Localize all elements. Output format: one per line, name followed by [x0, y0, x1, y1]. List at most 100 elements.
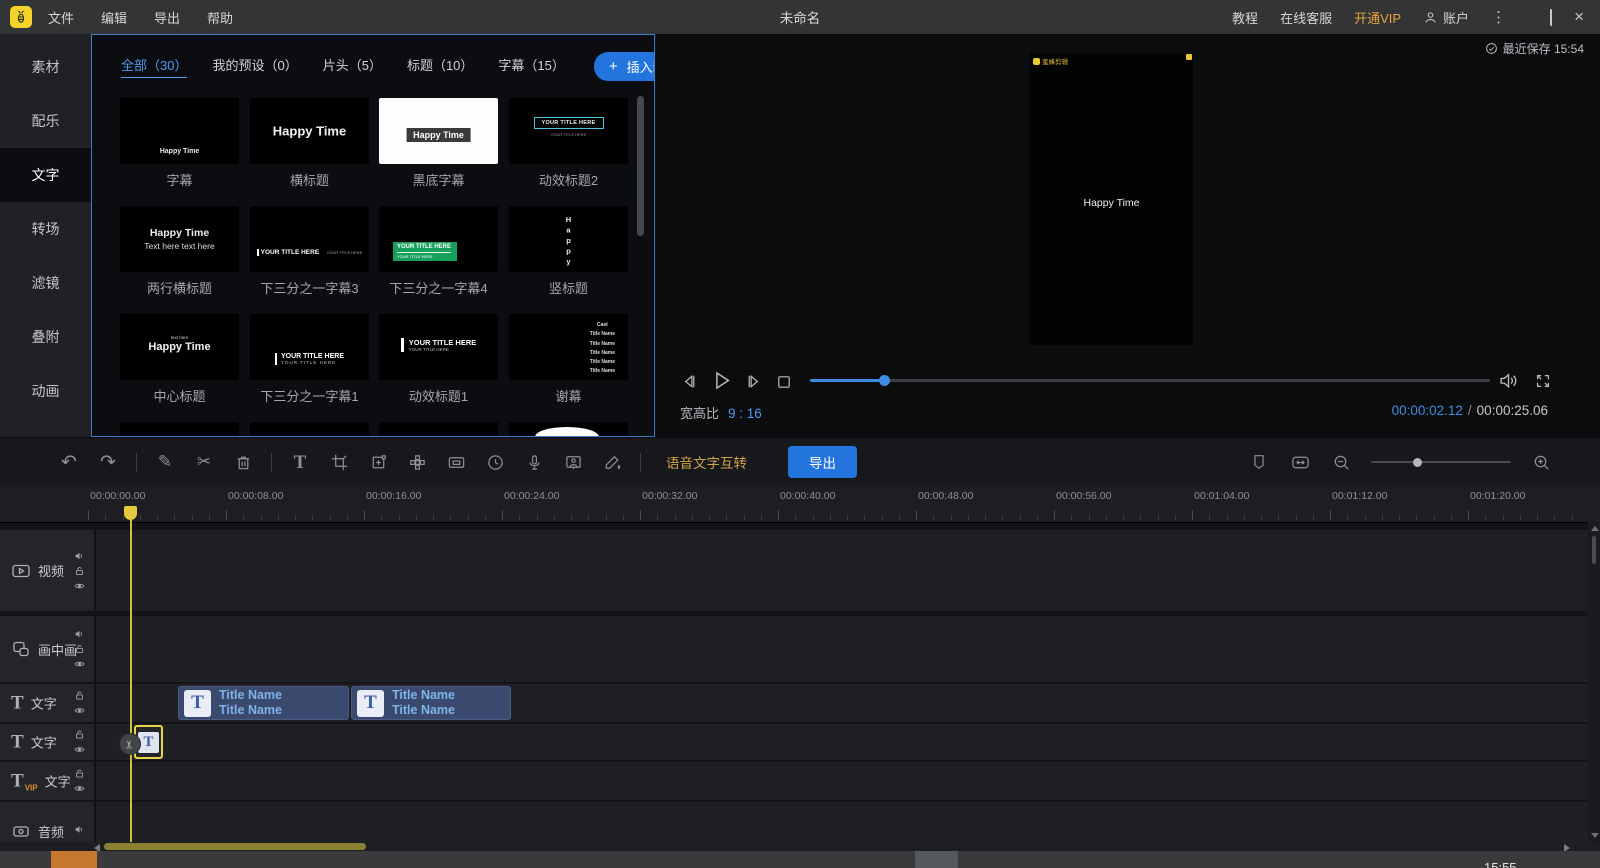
track-lane-text-1[interactable]: T Title Name Title Name T Title Name Tit…: [96, 684, 1588, 722]
selection-handle[interactable]: [1186, 54, 1192, 60]
next-frame-button[interactable]: [744, 372, 763, 391]
track-lock-icon[interactable]: [74, 565, 85, 576]
marker-button[interactable]: [1248, 447, 1270, 477]
scroll-down-arrow-icon[interactable]: [1591, 833, 1599, 838]
split-at-playhead-button[interactable]: ✂: [119, 733, 141, 755]
sidebar-item-overlay[interactable]: 叠附: [0, 310, 91, 364]
track-lock-icon[interactable]: [74, 768, 85, 779]
track-visibility-icon[interactable]: [74, 659, 85, 670]
text-clip[interactable]: T Title Name Title Name: [351, 686, 511, 720]
redo-button[interactable]: ↷: [97, 447, 119, 477]
scroll-up-arrow-icon[interactable]: [1591, 526, 1599, 531]
export-button[interactable]: 导出: [788, 446, 857, 478]
taskbar-app[interactable]: [915, 851, 958, 868]
freeze-frame-button[interactable]: [562, 447, 584, 477]
tab-subtitle[interactable]: 字幕（15）: [498, 55, 564, 78]
track-mute-icon[interactable]: [74, 824, 85, 835]
video-preview-frame[interactable]: 蜜蜂剪辑 Happy Time: [1030, 53, 1193, 345]
sidebar-item-transition[interactable]: 转场: [0, 202, 91, 256]
seek-handle[interactable]: [879, 375, 890, 386]
template-item-credits[interactable]: Cast Title Name Title Name Title Name Ti…: [509, 314, 628, 405]
track-lock-icon[interactable]: [74, 690, 85, 701]
record-voice-button[interactable]: [523, 447, 545, 477]
template-item-partial[interactable]: [250, 422, 369, 437]
track-lock-icon[interactable]: [74, 729, 85, 740]
mosaic-button[interactable]: [406, 447, 428, 477]
close-button[interactable]: ×: [1574, 12, 1584, 22]
template-item-caption[interactable]: Happy Time 字幕: [120, 98, 239, 189]
track-mute-icon[interactable]: [74, 629, 85, 640]
split-button[interactable]: ✂: [193, 447, 215, 477]
template-item-fx-title-2[interactable]: YOUR TITLE HERE YOUR TITLE HERE 动效标题2: [509, 98, 628, 189]
add-text-button[interactable]: T: [289, 447, 311, 477]
menu-file[interactable]: 文件: [48, 8, 74, 27]
zoom-out-button[interactable]: [1330, 447, 1352, 477]
insert-new-subtitle-button[interactable]: + 插入新字幕: [594, 52, 655, 81]
track-lane-pip[interactable]: [96, 616, 1588, 682]
track-mute-icon[interactable]: [74, 550, 85, 561]
track-lane-audio[interactable]: [96, 802, 1588, 843]
track-header-pip[interactable]: 画中画: [0, 616, 95, 682]
account-button[interactable]: 账户: [1423, 8, 1469, 27]
zoom-in-button[interactable]: [1530, 447, 1552, 477]
track-lane-text-2[interactable]: T: [96, 724, 1588, 760]
playhead-line[interactable]: [130, 506, 132, 842]
more-menu-icon[interactable]: ⋮: [1491, 8, 1506, 26]
template-item-partial[interactable]: [379, 422, 498, 437]
menu-edit[interactable]: 编辑: [101, 8, 127, 27]
template-item-lower-third-4[interactable]: YOUR TITLE HERE YOUR TITLE HERE 下三分之一字幕4: [379, 206, 498, 297]
open-vip-link[interactable]: 开通VIP: [1354, 8, 1401, 27]
taskbar-app-active[interactable]: [51, 851, 97, 868]
track-lane-text-3[interactable]: [96, 762, 1588, 800]
track-lock-icon[interactable]: [74, 644, 85, 655]
track-header-video[interactable]: 视频: [0, 530, 95, 611]
edit-button[interactable]: ✎: [154, 447, 176, 477]
template-item-horizontal-title[interactable]: Happy Time 横标题: [250, 98, 369, 189]
template-item-fx-title-1[interactable]: YOUR TITLE HERE YOUR TITLE HERE 动效标题1: [379, 314, 498, 405]
tutorial-link[interactable]: 教程: [1232, 8, 1258, 27]
menu-help[interactable]: 帮助: [207, 8, 233, 27]
timeline-horizontal-scrollbar[interactable]: [0, 842, 1588, 851]
template-item-black-caption[interactable]: Happy Time 黑底字幕: [379, 98, 498, 189]
previous-frame-button[interactable]: [680, 372, 699, 391]
sidebar-item-music[interactable]: 配乐: [0, 94, 91, 148]
template-item-center-title[interactable]: text here Happy Time 中心标题: [120, 314, 239, 405]
menu-export[interactable]: 导出: [154, 8, 180, 27]
fullscreen-button[interactable]: [1534, 372, 1552, 390]
template-item-partial[interactable]: [120, 422, 239, 437]
app-logo-bee-icon[interactable]: [10, 6, 32, 28]
template-item-vertical-title[interactable]: Happy 竖标题: [509, 206, 628, 297]
tab-intro[interactable]: 片头（5）: [323, 55, 382, 78]
maximize-button[interactable]: [1550, 10, 1552, 25]
duration-button[interactable]: [484, 447, 506, 477]
tab-all[interactable]: 全部（30）: [121, 55, 187, 78]
stop-button[interactable]: [776, 374, 792, 390]
track-header-text-2[interactable]: T 文字: [0, 724, 95, 760]
template-panel-scrollbar[interactable]: [637, 96, 644, 436]
aspect-ratio[interactable]: 宽高比9 : 16: [680, 403, 762, 422]
track-header-text-1[interactable]: T 文字: [0, 684, 95, 722]
time-ruler[interactable]: 00:00:00.00 00:00:08.00 00:00:16.00 00:0…: [0, 485, 1588, 522]
playhead-handle[interactable]: [124, 506, 137, 520]
sidebar-item-text[interactable]: 文字: [0, 148, 91, 202]
undo-button[interactable]: ↶: [58, 447, 80, 477]
tab-my-presets[interactable]: 我的预设（0）: [212, 55, 297, 78]
template-item-lower-third-3[interactable]: YOUR TITLE HERE YOUR TITLE HERE 下三分之一字幕3: [250, 206, 369, 297]
customer-service-link[interactable]: 在线客服: [1280, 8, 1332, 27]
horizontal-scrollbar-thumb[interactable]: [104, 843, 366, 850]
sidebar-item-media[interactable]: 素材: [0, 40, 91, 94]
timeline-zoom-slider[interactable]: [1371, 461, 1511, 463]
track-visibility-icon[interactable]: [74, 705, 85, 716]
template-item-two-row-title[interactable]: Happy Time Text here text here 两行横标题: [120, 206, 239, 297]
sidebar-item-animation[interactable]: 动画: [0, 364, 91, 418]
timeline-vertical-scrollbar[interactable]: [1588, 522, 1600, 842]
volume-button[interactable]: [1498, 370, 1519, 391]
track-lane-video[interactable]: [96, 530, 1588, 611]
track-header-audio[interactable]: 音频: [0, 802, 95, 843]
play-button[interactable]: [710, 369, 733, 392]
track-visibility-icon[interactable]: [74, 744, 85, 755]
tab-title[interactable]: 标题（10）: [407, 55, 473, 78]
template-item-partial[interactable]: [509, 422, 628, 437]
chroma-key-button[interactable]: [601, 447, 623, 477]
preview-text-element[interactable]: Happy Time: [1030, 197, 1193, 209]
